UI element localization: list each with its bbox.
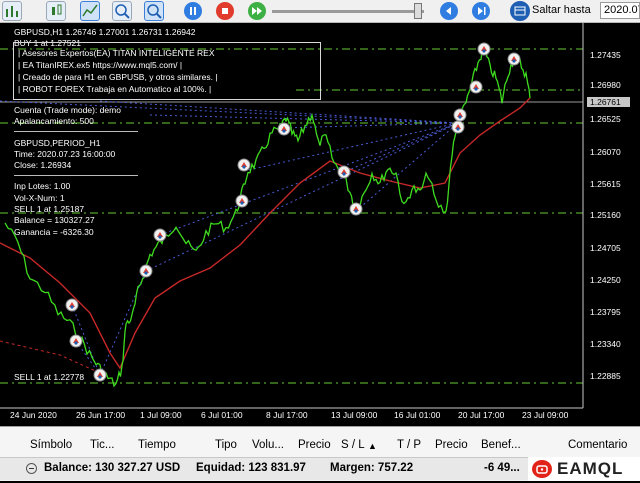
- positions-table-header: Símbolo Tic... Tiempo Tipo Volu... Preci…: [0, 433, 640, 458]
- leverage: Apalancamiento: 500: [14, 116, 94, 126]
- price-tick: 1.25615: [590, 179, 621, 189]
- col-profit[interactable]: Benef...: [481, 439, 521, 451]
- price-chart[interactable]: GBPUSD,H1 1.26746 1.27001 1.26731 1.2694…: [0, 23, 640, 425]
- date-tick: 24 Jun 2020: [10, 410, 57, 420]
- trade-marker-icon[interactable]: [507, 52, 521, 66]
- collapse-minus-icon[interactable]: [26, 463, 37, 474]
- line-chart-icon[interactable]: [80, 1, 100, 21]
- jump-to-label[interactable]: Saltar hasta: [532, 4, 591, 16]
- bar-chart-icon[interactable]: [2, 1, 22, 21]
- trade-marker-icon[interactable]: [337, 165, 351, 179]
- info-divider-2: [14, 175, 138, 176]
- price-tick: 1.26070: [590, 147, 621, 157]
- trade-marker-icon[interactable]: [453, 108, 467, 122]
- col-stop-loss[interactable]: S / L: [341, 439, 365, 451]
- trade-marker-icon[interactable]: [93, 368, 107, 382]
- eamql-logo: EAMQL: [528, 457, 640, 481]
- price-tick: 1.26525: [590, 114, 621, 124]
- col-take-profit[interactable]: T / P: [397, 439, 421, 451]
- trade-marker-icon[interactable]: [65, 298, 79, 312]
- trade-marker-icon[interactable]: [69, 334, 83, 348]
- col-volume[interactable]: Volu...: [252, 439, 284, 451]
- trade-connector: [341, 122, 459, 174]
- price-tick: 1.27435: [590, 50, 621, 60]
- speed-slider-track[interactable]: [272, 10, 424, 13]
- trade-marker-icon[interactable]: [235, 194, 249, 208]
- period-label: GBPUSD,PERIOD_H1: [14, 138, 101, 148]
- zoom-out-icon[interactable]: [144, 1, 164, 21]
- balance-label: Balance = 130327.27: [14, 215, 95, 225]
- zoom-in-icon[interactable]: [112, 1, 132, 21]
- sort-ascending-icon[interactable]: ▲: [368, 441, 377, 451]
- date-tick: 16 Jul 01:00: [394, 410, 441, 420]
- vol-label: Vol-X-Num: 1: [14, 193, 65, 203]
- trade-connector: [355, 122, 459, 212]
- step-back-icon[interactable]: [440, 2, 458, 20]
- banner-line-1: | Asesores Expertos(EA) TITAN INTELIGENT…: [18, 48, 215, 58]
- date-tick: 13 Jul 09:00: [331, 410, 378, 420]
- col-ticket[interactable]: Tic...: [90, 439, 115, 451]
- speed-slider-thumb[interactable]: [414, 3, 422, 19]
- candlestick-icon[interactable]: [46, 1, 66, 21]
- time-label: Time: 2020.07.23 16:00:00: [14, 149, 116, 159]
- jump-date-input[interactable]: 2020.07.23: [600, 2, 640, 19]
- trade-marker-icon[interactable]: [277, 122, 291, 136]
- trade-marker-icon[interactable]: [153, 228, 167, 242]
- pause-icon[interactable]: [184, 2, 202, 20]
- margin-value: Margen: 757.22: [330, 462, 414, 474]
- lots-label: Inp Lotes: 1.00: [14, 181, 71, 191]
- account-mode: Cuenta (Trade mode): demo: [14, 105, 121, 115]
- sell-bottom-label: SELL 1 at 1.22778: [14, 372, 85, 382]
- banner-line-2: | EA TitanIREX.ex5 https://www.mql5.com/…: [18, 60, 183, 70]
- price-tick: 1.23340: [590, 339, 621, 349]
- toolbar: Saltar hasta 2020.07.23: [0, 0, 640, 23]
- price-tick: 1.25160: [590, 210, 621, 220]
- col-symbol[interactable]: Símbolo: [30, 439, 72, 451]
- sell-order-label: SELL 1 at 1.25187: [14, 204, 85, 214]
- price-tick: 1.22885: [590, 371, 621, 381]
- stop-icon[interactable]: [216, 2, 234, 20]
- col-comment[interactable]: Comentario: [568, 439, 627, 451]
- date-tick: 23 Jul 09:00: [522, 410, 569, 420]
- trade-marker-icon[interactable]: [451, 120, 465, 134]
- step-forward-icon[interactable]: [472, 2, 490, 20]
- trade-connector: [149, 114, 459, 124]
- trade-connector: [99, 100, 459, 124]
- price-tick: 1.26980: [590, 80, 621, 90]
- trade-marker-icon[interactable]: [477, 42, 491, 56]
- trade-marker-icon[interactable]: [349, 202, 363, 216]
- toolbox-panel: Símbolo Tic... Tiempo Tipo Volu... Preci…: [0, 426, 640, 481]
- symbol-quote: GBPUSD,H1 1.26746 1.27001 1.26731 1.2694…: [14, 27, 196, 37]
- col-type[interactable]: Tipo: [215, 439, 237, 451]
- trade-marker-icon[interactable]: [237, 158, 251, 172]
- date-tick: 6 Jul 01:00: [201, 410, 243, 420]
- trade-connector: [243, 122, 459, 172]
- date-tick: 26 Jun 17:00: [76, 410, 126, 420]
- profit-label: Ganancia = -6326.30: [14, 227, 94, 237]
- trade-marker-icon[interactable]: [139, 264, 153, 278]
- banner-line-3: | Creado de para H1 en GBPUSB, y otros s…: [18, 72, 218, 82]
- date-tick: 8 Jul 17:00: [266, 410, 308, 420]
- price-tick: 1.24705: [590, 243, 621, 253]
- price-tick: 1.23795: [590, 307, 621, 317]
- col-time[interactable]: Tiempo: [138, 439, 176, 451]
- floating-profit-value: -6 49...: [484, 462, 520, 474]
- balance-value: Balance: 130 327.27 USD: [44, 462, 181, 474]
- logo-mark-icon: [532, 460, 552, 478]
- date-tick: 1 Jul 09:00: [140, 410, 182, 420]
- trade-marker-icon[interactable]: [469, 80, 483, 94]
- date-tick: 20 Jul 17:00: [458, 410, 505, 420]
- info-divider: [14, 131, 138, 132]
- close-label: Close: 1.26934: [14, 160, 72, 170]
- logo-text: EAMQL: [557, 459, 624, 478]
- current-price-tag: 1.26761: [587, 97, 630, 107]
- col-current-price[interactable]: Precio: [435, 439, 468, 451]
- price-tick: 1.24250: [590, 275, 621, 285]
- equity-value: Equidad: 123 831.97: [196, 462, 306, 474]
- banner-line-4: | ROBOT FOREX Trabaja en Automatico al 1…: [18, 84, 212, 94]
- col-price[interactable]: Precio: [298, 439, 331, 451]
- fast-forward-icon[interactable]: [248, 2, 266, 20]
- jump-to-date-icon[interactable]: [510, 1, 530, 21]
- trade-connector: [159, 122, 459, 236]
